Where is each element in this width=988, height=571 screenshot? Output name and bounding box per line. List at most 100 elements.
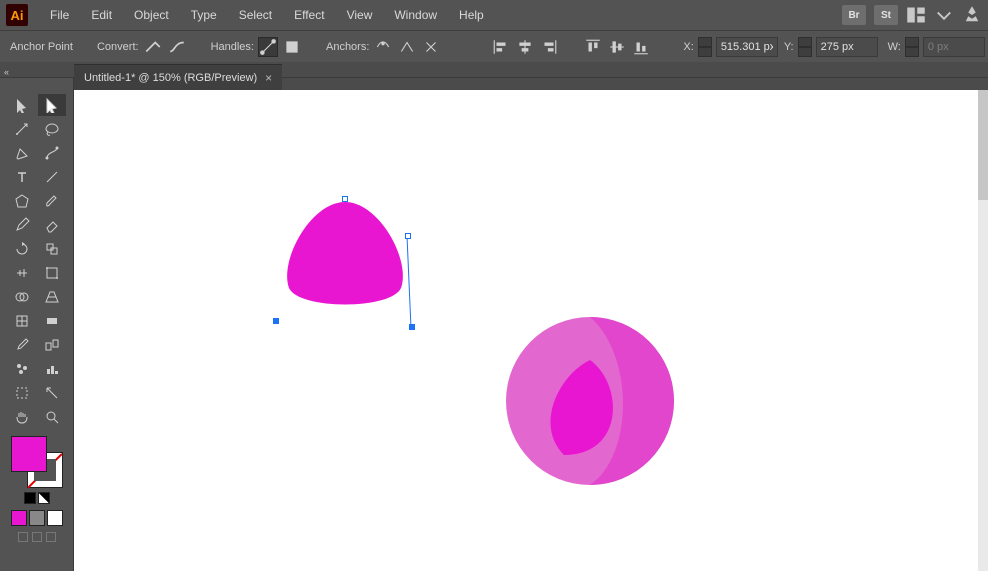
vertical-scrollbar-thumb[interactable] (978, 90, 988, 200)
isolate-icon[interactable] (465, 37, 467, 57)
stock-button[interactable]: St (874, 5, 898, 25)
x-label: X: (683, 41, 693, 53)
menu-help[interactable]: Help (449, 4, 494, 26)
menu-window[interactable]: Window (384, 4, 447, 26)
bridge-button[interactable]: Br (842, 5, 866, 25)
options-bar: Anchor Point Convert: Handles: Anchors: … (0, 30, 988, 62)
draw-behind-icon[interactable] (32, 532, 42, 542)
anchors-label: Anchors: (326, 41, 369, 53)
free-transform-tool[interactable] (38, 262, 66, 284)
width-tool[interactable] (8, 262, 36, 284)
artboard-tool[interactable] (8, 382, 36, 404)
convert-label: Convert: (97, 41, 139, 53)
handles-label: Handles: (211, 41, 254, 53)
mesh-tool[interactable] (8, 310, 36, 332)
recent-color-3[interactable] (47, 510, 63, 526)
recent-color-2[interactable] (29, 510, 45, 526)
rotate-tool[interactable] (8, 238, 36, 260)
arrange-documents-icon[interactable] (906, 5, 926, 25)
eyedropper-tool[interactable] (8, 334, 36, 356)
shape-tool[interactable] (8, 190, 36, 212)
menu-effect[interactable]: Effect (284, 4, 334, 26)
vertical-scrollbar[interactable] (978, 90, 988, 571)
recent-color-1[interactable] (11, 510, 27, 526)
perspective-tool[interactable] (38, 286, 66, 308)
document-tabstrip: Untitled-1* @ 150% (RGB/Preview) × (74, 62, 282, 90)
shape-builder-tool[interactable] (8, 286, 36, 308)
fill-stroke-swatch[interactable] (11, 436, 63, 488)
direct-selection-tool[interactable] (38, 94, 66, 116)
menu-view[interactable]: View (337, 4, 383, 26)
slice-tool[interactable] (38, 382, 66, 404)
y-label: Y: (784, 41, 794, 53)
menu-bar: Ai File Edit Object Type Select Effect V… (0, 0, 988, 30)
selection-handle-top[interactable] (342, 196, 348, 202)
convert-corner-icon[interactable] (143, 37, 163, 57)
fill-swatch[interactable] (11, 436, 47, 472)
control-anchor-bl[interactable] (273, 318, 279, 324)
eraser-tool[interactable] (38, 214, 66, 236)
y-stepper[interactable] (798, 37, 812, 57)
w-stepper[interactable] (905, 37, 919, 57)
document-tab[interactable]: Untitled-1* @ 150% (RGB/Preview) × (74, 64, 282, 90)
menu-object[interactable]: Object (124, 4, 179, 26)
align-group (491, 37, 559, 57)
align-right-icon[interactable] (539, 37, 559, 57)
cut-path-icon[interactable] (421, 37, 441, 57)
menu-file[interactable]: File (40, 4, 79, 26)
pen-tool[interactable] (8, 142, 36, 164)
x-stepper[interactable] (698, 37, 712, 57)
close-tab-icon[interactable]: × (265, 71, 272, 85)
artwork-shape-sphere[interactable] (504, 315, 676, 487)
collapse-arrow-icon[interactable]: « (0, 65, 13, 79)
menu-edit[interactable]: Edit (81, 4, 122, 26)
graph-tool[interactable] (38, 358, 66, 380)
magic-wand-tool[interactable] (8, 118, 36, 140)
selection-tool[interactable] (8, 94, 36, 116)
hand-tool[interactable] (8, 406, 36, 428)
align-hcenter-icon[interactable] (515, 37, 535, 57)
handles-hide-icon[interactable] (282, 37, 302, 57)
curvature-tool[interactable] (38, 142, 66, 164)
line-tool[interactable] (38, 166, 66, 188)
recent-colors (11, 510, 63, 526)
default-fill-stroke-icon[interactable] (24, 492, 36, 504)
menu-type[interactable]: Type (181, 4, 227, 26)
anchors-group: Anchors: (326, 37, 441, 57)
app-logo: Ai (6, 4, 28, 26)
blend-tool[interactable] (38, 334, 66, 356)
convert-group: Convert: (97, 37, 187, 57)
canvas[interactable] (74, 90, 988, 571)
control-anchor-br[interactable] (409, 324, 415, 330)
gpu-preview-icon[interactable] (962, 5, 982, 25)
align-vcenter-icon[interactable] (607, 37, 627, 57)
draw-inside-icon[interactable] (46, 532, 56, 542)
convert-smooth-icon[interactable] (167, 37, 187, 57)
align-left-icon[interactable] (491, 37, 511, 57)
selection-handle-right[interactable] (405, 233, 411, 239)
draw-normal-icon[interactable] (18, 532, 28, 542)
type-tool[interactable] (8, 166, 36, 188)
scale-tool[interactable] (38, 238, 66, 260)
artwork-shape-drop[interactable] (279, 200, 411, 310)
gradient-tool[interactable] (38, 310, 66, 332)
symbol-sprayer-tool[interactable] (8, 358, 36, 380)
lasso-tool[interactable] (38, 118, 66, 140)
align-top-icon[interactable] (583, 37, 603, 57)
zoom-tool[interactable] (38, 406, 66, 428)
reference-point-icon[interactable] (675, 37, 677, 57)
x-input[interactable] (716, 37, 778, 57)
paintbrush-tool[interactable] (38, 190, 66, 212)
handles-show-icon[interactable] (258, 37, 278, 57)
pencil-tool[interactable] (8, 214, 36, 236)
remove-anchor-icon[interactable] (373, 37, 393, 57)
align-bottom-icon[interactable] (631, 37, 651, 57)
chevron-down-icon[interactable] (934, 5, 954, 25)
handles-group: Handles: (211, 37, 302, 57)
swap-fill-stroke-icon[interactable] (38, 492, 50, 504)
connect-anchor-icon[interactable] (397, 37, 417, 57)
menu-select[interactable]: Select (229, 4, 282, 26)
screen-mode-group (18, 532, 56, 542)
anchor-point-label: Anchor Point (10, 41, 73, 53)
y-input[interactable] (816, 37, 878, 57)
